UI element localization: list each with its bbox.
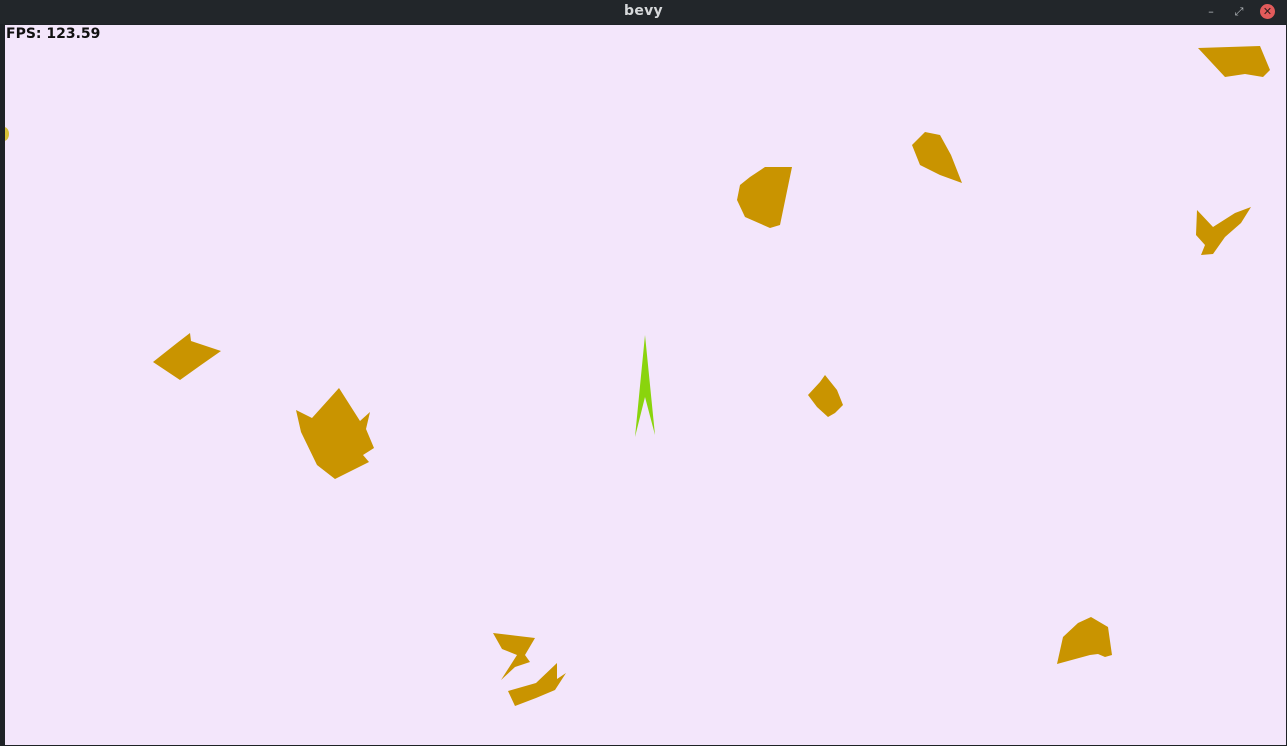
fps-counter: FPS: 123.59 [6, 26, 101, 42]
player-ship [635, 335, 655, 437]
game-scene [153, 46, 1270, 706]
asteroid [808, 375, 843, 417]
game-canvas[interactable]: FPS: 123.59 [5, 25, 1286, 745]
close-button[interactable]: ✕ [1260, 4, 1275, 19]
minimize-button[interactable]: – [1203, 4, 1219, 20]
asteroid [1057, 617, 1112, 664]
asteroid [508, 663, 566, 706]
asteroid [1196, 207, 1251, 255]
title-bar[interactable]: bevy – ⤢ ✕ [0, 0, 1287, 24]
app-window: bevy – ⤢ ✕ FPS: 123.59 [0, 0, 1287, 746]
asteroid [1198, 46, 1270, 77]
asteroid [737, 167, 792, 228]
window-title: bevy [624, 3, 663, 19]
asteroid [296, 388, 374, 479]
asteroid [912, 132, 962, 183]
asteroid [493, 633, 535, 680]
maximize-button[interactable]: ⤢ [1231, 4, 1247, 20]
asteroid [153, 333, 221, 380]
